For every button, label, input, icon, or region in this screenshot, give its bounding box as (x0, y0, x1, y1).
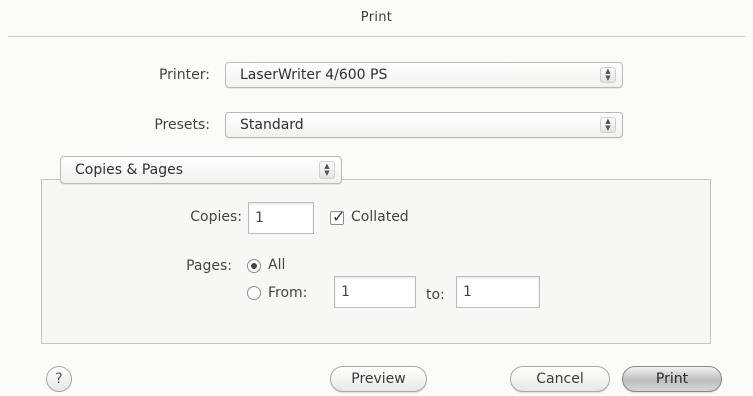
pages-to-field[interactable]: 1 (456, 276, 540, 308)
collated-checkbox[interactable]: ✓ (330, 207, 345, 226)
copies-value: 1 (255, 210, 264, 226)
presets-popup[interactable]: Standard ▲ ▼ (225, 112, 623, 138)
cancel-button[interactable]: Cancel (510, 366, 610, 392)
updown-chevron-icon: ▲ ▼ (600, 67, 616, 83)
collated-label: Collated (351, 209, 409, 225)
pages-from-field[interactable]: 1 (334, 276, 416, 308)
section-popup[interactable]: Copies & Pages ▲ ▼ (60, 156, 342, 184)
pages-to-label: to: (426, 287, 445, 303)
printer-label: Printer: (158, 67, 210, 83)
section-value: Copies & Pages (75, 162, 184, 178)
checkmark-icon: ✓ (332, 207, 346, 226)
pages-from-label: From: (268, 285, 308, 301)
radio-selected-dot (251, 263, 257, 269)
help-button[interactable]: ? (46, 366, 72, 392)
updown-chevron-icon: ▲ ▼ (319, 161, 335, 179)
pages-all-radio[interactable] (247, 259, 261, 273)
dialog-title: Print (360, 10, 393, 25)
preview-label: Preview (351, 371, 406, 387)
pages-label: Pages: (186, 258, 232, 274)
title-divider (8, 36, 745, 37)
print-label: Print (655, 371, 689, 387)
preview-button[interactable]: Preview (330, 366, 427, 392)
printer-popup[interactable]: LaserWriter 4/600 PS ▲ ▼ (225, 62, 623, 88)
pages-from-value: 1 (341, 284, 350, 300)
cancel-label: Cancel (536, 371, 584, 387)
copies-field[interactable]: 1 (248, 202, 314, 234)
pages-from-radio[interactable] (247, 286, 261, 300)
printer-value: LaserWriter 4/600 PS (240, 67, 388, 83)
help-icon: ? (55, 371, 63, 387)
print-button[interactable]: Print (622, 366, 722, 392)
pages-to-value: 1 (463, 284, 472, 300)
copies-label: Copies: (190, 209, 242, 225)
presets-value: Standard (240, 117, 304, 133)
presets-label: Presets: (154, 117, 210, 133)
pages-all-label: All (268, 257, 286, 273)
updown-chevron-icon: ▲ ▼ (600, 117, 616, 133)
